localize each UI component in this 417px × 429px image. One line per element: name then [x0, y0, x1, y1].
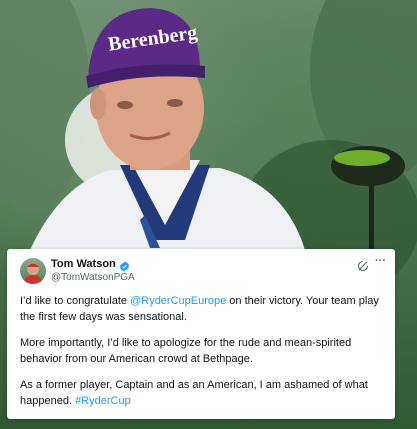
hashtag-link[interactable]: #RyderCup: [75, 395, 131, 407]
more-options-icon[interactable]: ···: [375, 255, 386, 267]
mention-link[interactable]: @RyderCupEurope: [130, 295, 226, 307]
avatar-image: [23, 263, 43, 284]
display-name[interactable]: Tom Watson: [51, 258, 116, 270]
handle[interactable]: @TomWatsonPGA: [51, 272, 135, 283]
author-name-row[interactable]: Tom Watson: [51, 258, 130, 272]
tweet-paragraph-1: I’d like to congratulate @RyderCupEurope…: [20, 295, 379, 323]
tweet-paragraph-2: More importantly, I’d like to apologize …: [20, 337, 352, 365]
tweet-paragraph-3: As a former player, Captain and as an Am…: [20, 379, 368, 407]
tweet-text: I’d like to congratulate @RyderCupEurope…: [20, 293, 388, 419]
grok-rewrite-icon[interactable]: [357, 259, 369, 272]
verified-badge-icon: [119, 259, 130, 272]
avatar[interactable]: [20, 258, 46, 284]
tweet-card[interactable]: Tom Watson @TomWatsonPGA ··· I’d like to…: [7, 249, 395, 419]
